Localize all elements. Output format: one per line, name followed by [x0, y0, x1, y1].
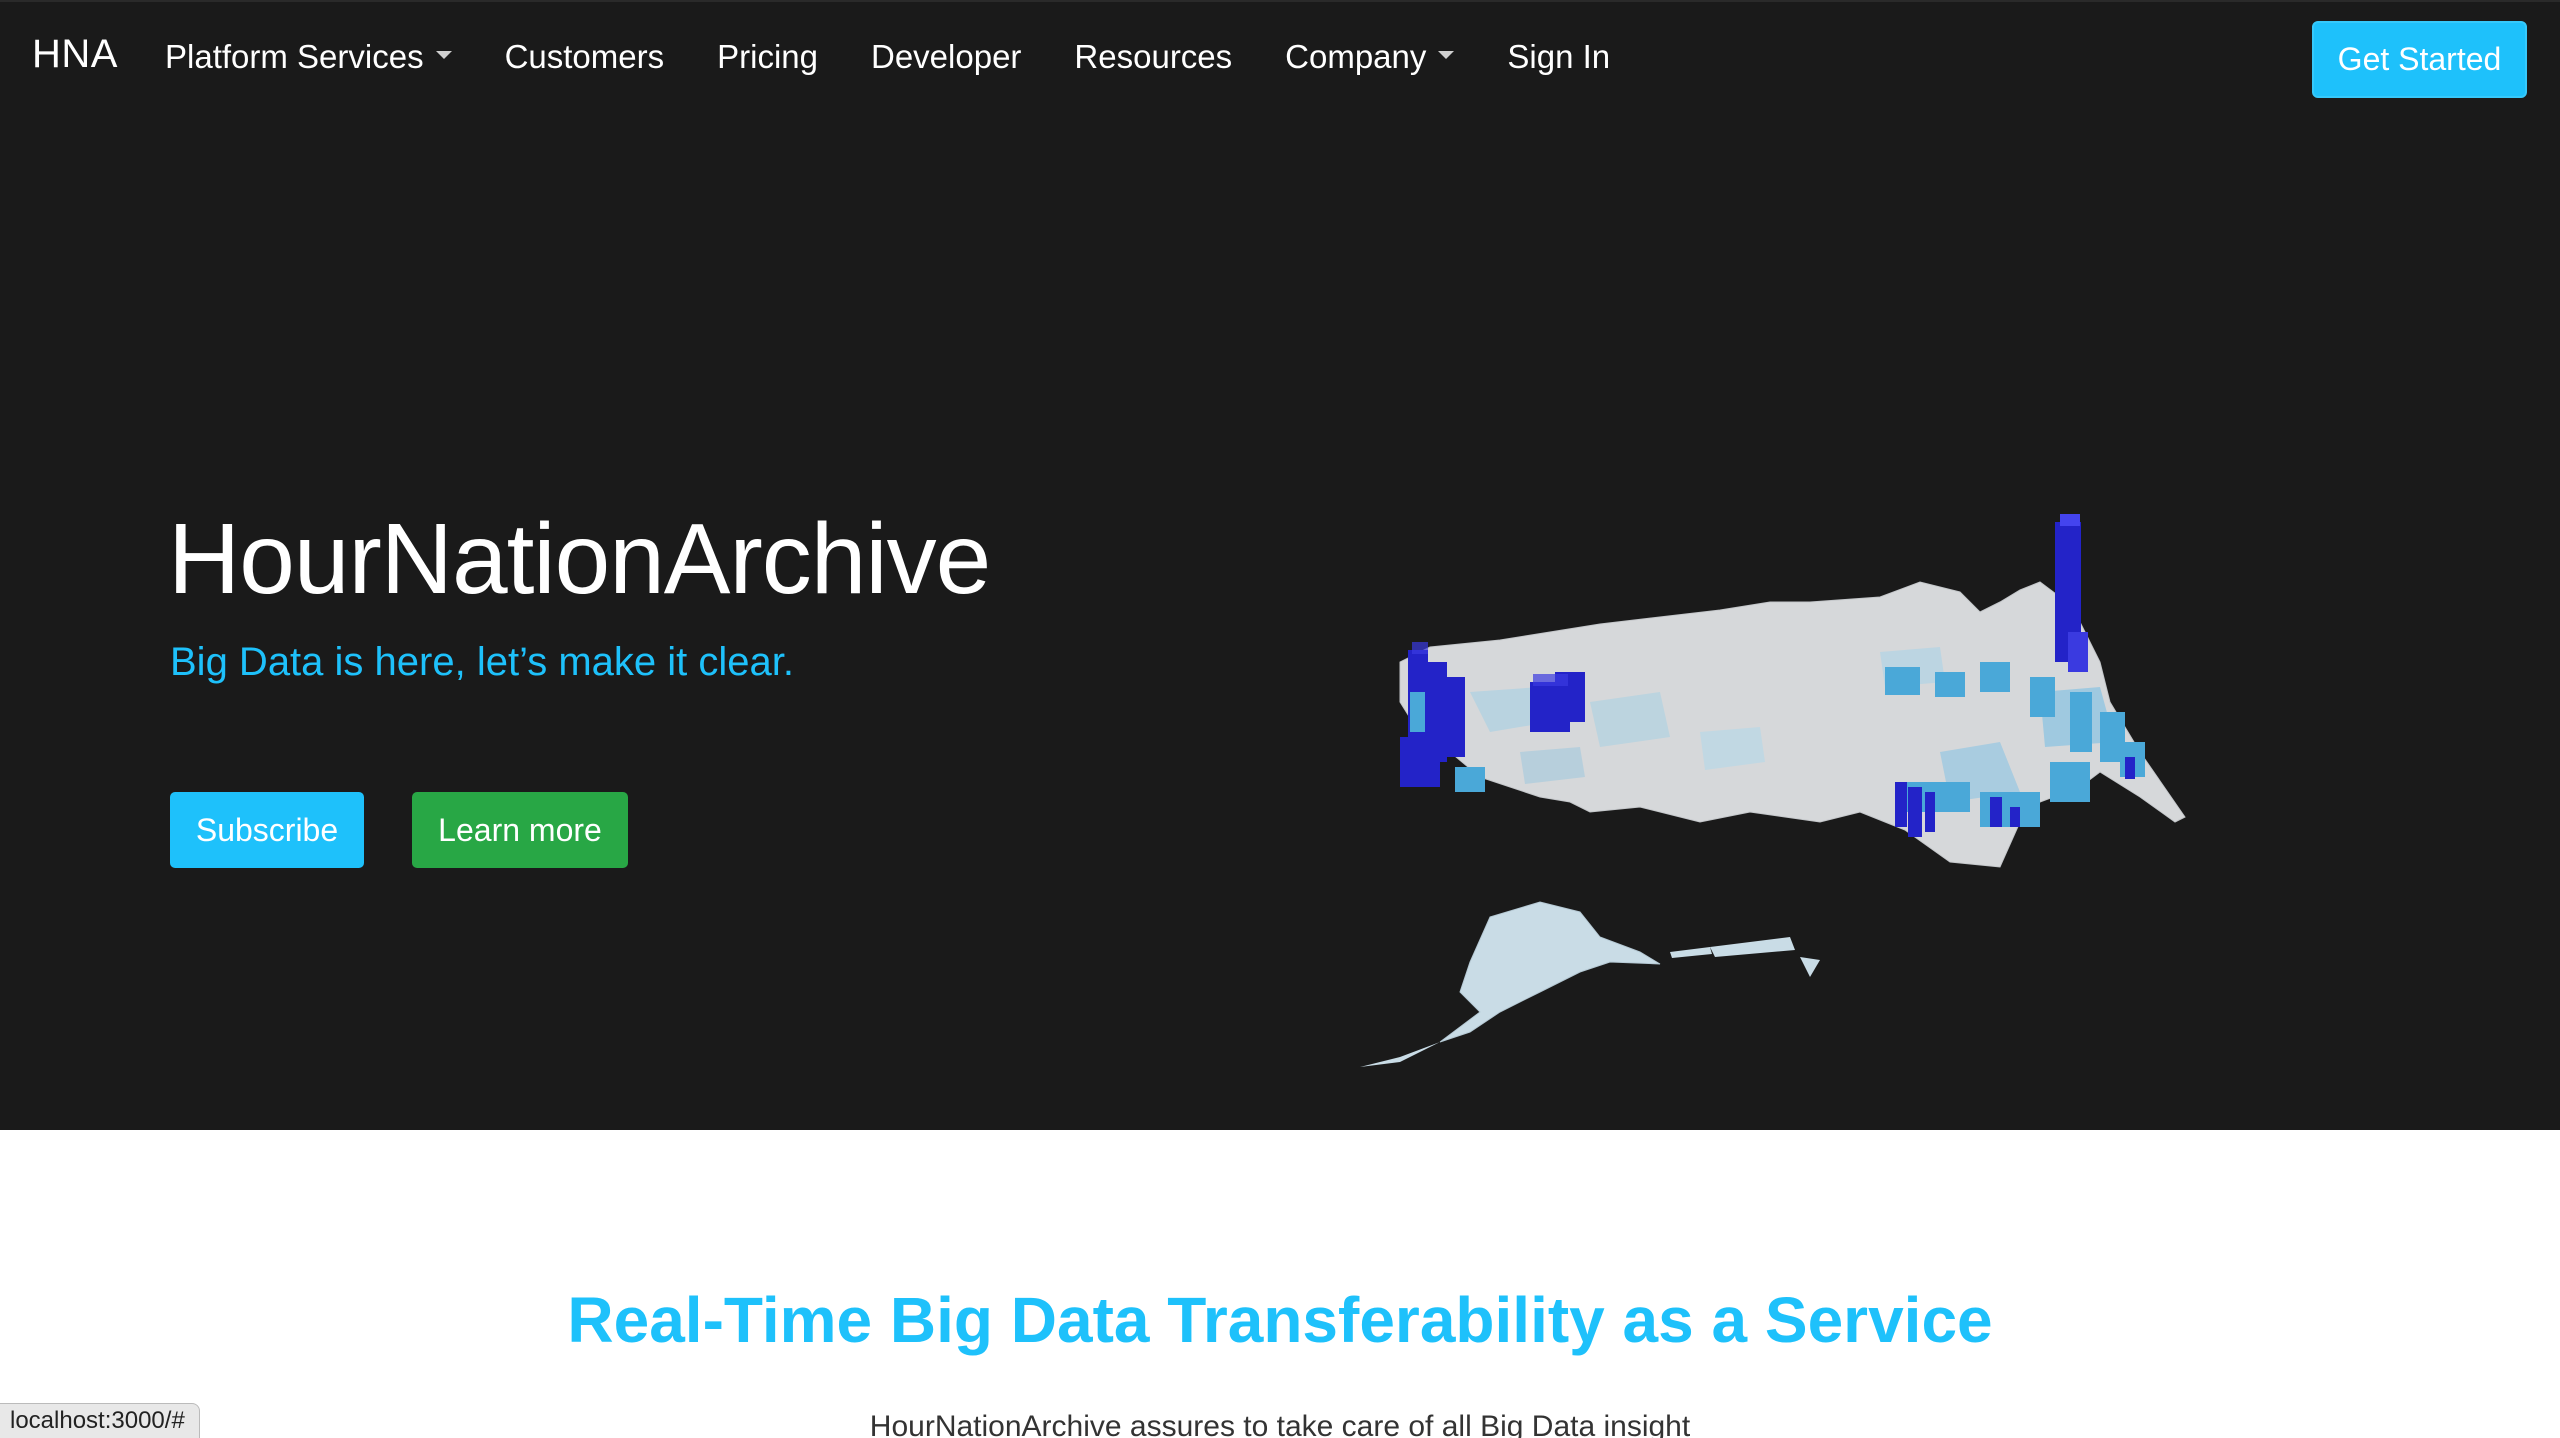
top-navbar: HNA Platform Services Customers Pricing …	[0, 0, 2560, 112]
section-title: Real-Time Big Data Transferability as a …	[567, 1284, 1993, 1356]
nav-item-platform-services[interactable]: Platform Services	[165, 38, 452, 76]
alaska-shape	[1439, 901, 1661, 1043]
nav-item-label: Platform Services	[165, 38, 424, 75]
section-description: HourNationArchive assures to take care o…	[869, 1410, 1691, 1438]
chevron-down-icon	[435, 51, 452, 59]
nav-item-resources[interactable]: Resources	[1074, 38, 1232, 76]
nav-item-pricing[interactable]: Pricing	[717, 38, 818, 76]
subscribe-button[interactable]: Subscribe	[170, 792, 364, 868]
nav-item-sign-in[interactable]: Sign In	[1507, 38, 1610, 76]
nav-item-label: Resources	[1074, 38, 1233, 75]
nav-item-label: Customers	[504, 38, 665, 75]
browser-status-bar: localhost:3000/#	[0, 1403, 200, 1438]
get-started-button[interactable]: Get Started	[2312, 21, 2527, 98]
nav-item-customers[interactable]: Customers	[505, 38, 665, 76]
nav-item-company[interactable]: Company	[1285, 38, 1455, 76]
us-map-svg	[1360, 514, 2186, 1067]
nav-item-developer[interactable]: Developer	[871, 38, 1021, 76]
brand-logo[interactable]: HNA	[32, 32, 118, 77]
nav-item-label: Company	[1285, 38, 1427, 75]
chevron-down-icon	[1438, 51, 1455, 59]
us-3d-bar-map-illustration	[1340, 392, 2220, 1092]
nav-menu: Platform Services Customers Pricing Deve…	[165, 38, 1663, 76]
hero-section: HourNationArchive Big Data is here, let’…	[0, 112, 2560, 1130]
learn-more-button[interactable]: Learn more	[412, 792, 628, 868]
status-url: localhost:3000/#	[10, 1407, 185, 1434]
hero-title: HourNationArchive	[168, 503, 991, 615]
hero-subtitle: Big Data is here, let’s make it clear.	[170, 640, 794, 684]
nav-item-label: Pricing	[717, 38, 818, 75]
nav-item-label: Developer	[871, 38, 1022, 75]
nav-item-label: Sign In	[1507, 38, 1611, 75]
northeast-tall-bar	[2055, 514, 2088, 672]
